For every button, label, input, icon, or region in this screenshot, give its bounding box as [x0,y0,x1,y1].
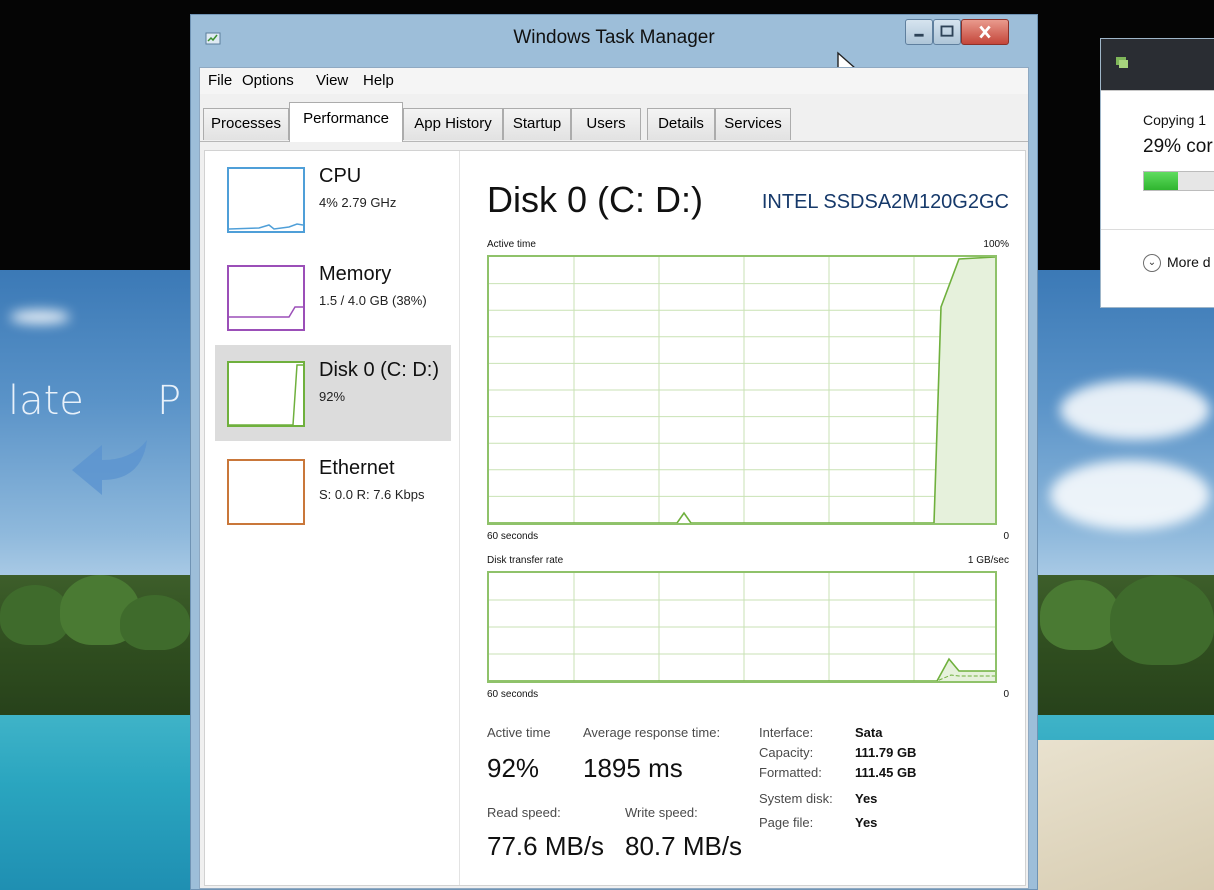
tab-performance[interactable]: Performance [289,102,403,142]
menu-help[interactable]: Help [363,72,394,89]
read-speed-value: 77.6 MB/s [487,831,605,861]
formatted-value: 111.45 GB [855,765,917,780]
sidebar-item-label: Ethernet [319,457,395,479]
close-button[interactable] [961,19,1009,45]
chevron-down-icon[interactable]: ⌄ [1143,254,1161,272]
copy-divider [1101,229,1214,230]
copy-status-line: Copying 1 [1143,112,1207,128]
menu-view[interactable]: View [316,72,348,89]
transfer-rate-graph-label: Disk transfer rate [487,555,564,566]
active-time-graph [487,255,997,525]
active-time-graph-plot [489,257,995,523]
more-details-link[interactable]: More d [1167,254,1211,270]
memory-mini-graph [227,265,305,331]
sidebar-item-value: 92% [319,389,346,404]
back-arrow-icon [72,440,147,495]
transfer-rate-graph-plot [489,573,995,681]
sidebar-item-label: Disk 0 (C: D:) [319,359,439,381]
copy-app-icon [1116,57,1128,68]
sidebar-item-disk[interactable]: Disk 0 (C: D:) 92% [215,345,451,441]
active-time-value: 92% [487,753,540,783]
active-time-graph-min: 0 [1003,531,1009,542]
disk-mini-graph [227,361,305,427]
background-tile-text: late [8,378,84,424]
menu-file[interactable]: File [208,72,232,89]
page-file-value: Yes [855,815,878,830]
maximize-icon [940,25,954,37]
tab-strip: Processes Performance App History Startu… [200,96,1028,142]
maximize-button[interactable] [933,19,961,45]
copy-progress-fill [1144,172,1179,190]
window-titlebar[interactable]: Windows Task Manager [191,15,1037,79]
interface-value: Sata [855,725,883,740]
task-manager-window: Windows Task Manager File Options View H… [190,14,1038,890]
transfer-rate-graph [487,571,997,683]
minimize-icon [914,33,924,37]
transfer-rate-graph-duration: 60 seconds [487,689,539,700]
capacity-label: Capacity: [759,745,814,760]
response-time-value: 1895 ms [583,753,683,783]
transfer-rate-graph-max: 1 GB/sec [967,555,1009,566]
file-copy-dialog: Copying 1 29% cor ⌄ More d [1100,38,1214,308]
disk-model-name: INTEL SSDSA2M120G2GC [761,191,1009,213]
sidebar-item-label: CPU [319,165,362,187]
minimize-button[interactable] [905,19,933,45]
window-client-area: File Options View Help Processes Perform… [199,67,1029,889]
background-sand [1024,740,1214,890]
sidebar-item-memory[interactable]: Memory 1.5 / 4.0 GB (38%) [215,249,451,345]
copy-progress-bar [1143,171,1214,191]
tab-app-history[interactable]: App History [403,108,503,140]
copy-percent-line: 29% cor [1143,136,1213,157]
formatted-label: Formatted: [759,765,822,780]
ethernet-mini-graph [227,459,305,525]
active-time-graph-max: 100% [983,239,1009,250]
tab-users[interactable]: Users [571,108,641,140]
sidebar-item-value: 1.5 / 4.0 GB (38%) [319,293,427,308]
sidebar-item-cpu[interactable]: CPU 4% 2.79 GHz [215,151,451,247]
tab-processes[interactable]: Processes [203,108,289,140]
menu-bar: File Options View Help [200,68,1028,94]
sidebar-item-label: Memory [319,263,392,285]
system-disk-label: System disk: [759,791,833,806]
read-speed-label: Read speed: [487,805,561,820]
sidebar-item-ethernet[interactable]: Ethernet S: 0.0 R: 7.6 Kbps [215,443,451,539]
tab-details[interactable]: Details [647,108,715,140]
disk-detail-pane: Disk 0 (C: D:) INTEL SSDSA2M120G2GC Acti… [461,151,1025,885]
system-disk-value: Yes [855,791,878,806]
active-time-graph-label: Active time [487,239,536,250]
page-title: Disk 0 (C: D:) [487,179,703,220]
interface-label: Interface: [759,725,814,740]
close-icon [979,25,991,39]
cpu-mini-graph [227,167,305,233]
write-speed-label: Write speed: [625,805,698,820]
copy-dialog-titlebar [1101,39,1214,91]
performance-panel: CPU 4% 2.79 GHz Memory 1.5 / 4.0 GB (38%… [204,150,1026,886]
page-file-label: Page file: [759,815,814,830]
write-speed-value: 80.7 MB/s [625,831,743,861]
response-time-label: Average response time: [583,725,721,740]
menu-options[interactable]: Options [242,72,294,89]
sidebar-item-value: S: 0.0 R: 7.6 Kbps [319,487,425,502]
tab-services[interactable]: Services [715,108,791,140]
active-time-graph-duration: 60 seconds [487,531,539,542]
resource-sidebar: CPU 4% 2.79 GHz Memory 1.5 / 4.0 GB (38%… [205,151,460,885]
active-time-label: Active time [487,725,551,740]
tab-startup[interactable]: Startup [503,108,571,140]
sidebar-item-value: 4% 2.79 GHz [319,195,397,210]
transfer-rate-graph-min: 0 [1003,689,1009,700]
background-tile-text-2: P [157,378,182,424]
capacity-value: 111.79 GB [855,745,917,760]
